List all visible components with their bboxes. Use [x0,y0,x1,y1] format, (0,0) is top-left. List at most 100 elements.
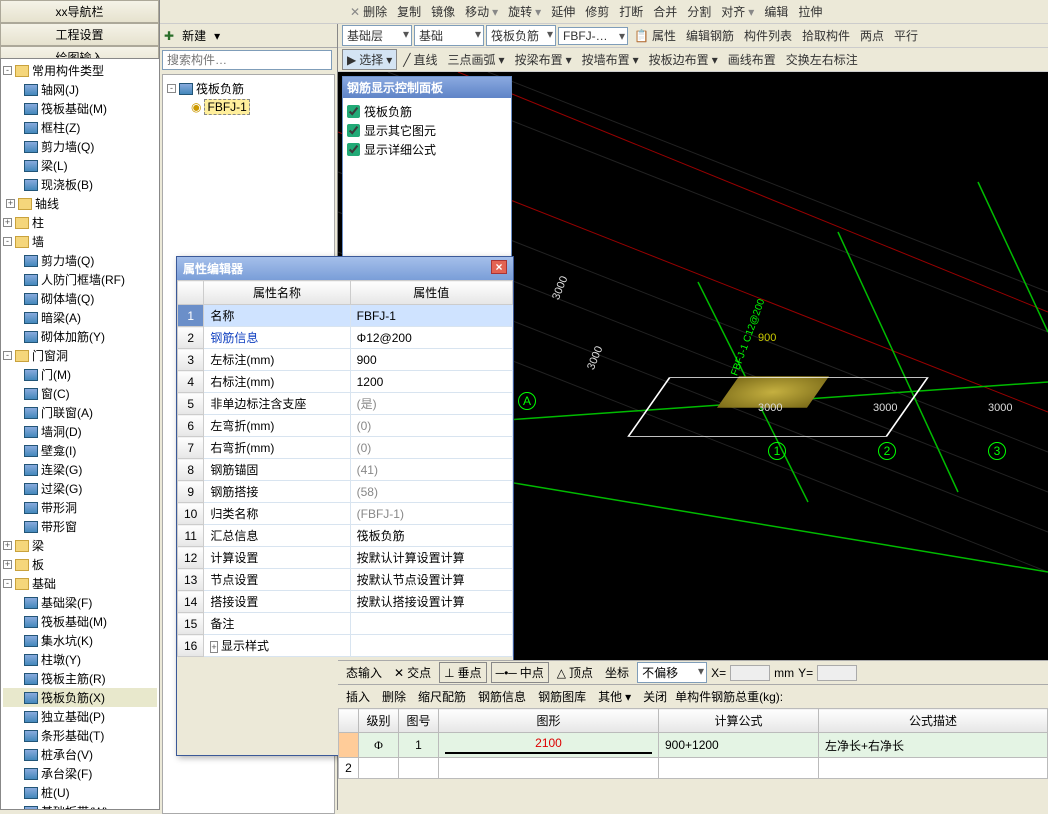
tree-item[interactable]: 砌体加筋(Y) [3,327,157,346]
property-table[interactable]: 属性名称属性值 1名称FBFJ-12钢筋信息Φ12@2003左标注(mm)900… [177,280,513,657]
tree-doorwin[interactable]: 门窗洞 [32,347,68,364]
edit-rebar-button[interactable]: 编辑钢筋 [682,26,738,45]
tree-item[interactable]: 壁龛(I) [3,441,157,460]
tree-item[interactable]: 承台梁(F) [3,764,157,783]
search-input[interactable] [162,50,332,70]
property-row[interactable]: 7右弯折(mm)(0) [178,437,513,459]
property-row[interactable]: 1名称FBFJ-1 [178,305,513,327]
snap-cross[interactable]: ✕ 交点 [390,663,435,682]
property-row[interactable]: 3左标注(mm)900 [178,349,513,371]
expand-icon[interactable]: + [210,641,217,653]
tree-item[interactable]: 暗梁(A) [3,308,157,327]
snap-top[interactable]: △ 顶点 [553,663,597,682]
close-button[interactable]: × [491,260,507,274]
base-combo[interactable]: 基础 [414,25,484,46]
pick-button[interactable]: 拾取构件 [798,26,854,45]
component-type-tree[interactable]: -常用构件类型 轴网(J)筏板基础(M)框柱(Z)剪力墙(Q)梁(L)现浇板(B… [0,58,160,810]
tree-item-selected[interactable]: FBFJ-1 [204,99,249,115]
tree-item[interactable]: 墙洞(D) [3,422,157,441]
property-row[interactable]: 9钢筋搭接(58) [178,481,513,503]
tree-item[interactable]: 轴网(J) [3,80,157,99]
delete-button[interactable]: ✕ 删除 [346,2,391,21]
snap-coord[interactable]: 坐标 [601,663,633,682]
property-row[interactable]: 15备注 [178,613,513,635]
tree-item[interactable]: 筏板基础(M) [3,612,157,631]
rebar-display-panel[interactable]: 钢筋显示控制面板 筏板负筋 显示其它图元 显示详细公式 [342,76,512,284]
attr-button[interactable]: 📋 属性 [630,26,680,45]
table-row[interactable]: Φ 1 2100 900+1200 左净长+右净长 [339,733,1048,758]
tree-item[interactable]: 独立基础(P) [3,707,157,726]
rebar-result-table[interactable]: 级别 图号 图形 计算公式 公式描述 Φ 1 2100 900+1200 左净长… [338,708,1048,779]
tree-item[interactable]: 梁(L) [3,156,157,175]
tree-item[interactable]: 剪力墙(Q) [3,137,157,156]
tree-item[interactable]: 剪力墙(Q) [3,251,157,270]
expand-icon[interactable]: + [6,199,15,208]
tree-item[interactable]: 桩(U) [3,783,157,802]
tree-item[interactable]: 门联窗(A) [3,403,157,422]
tree-item[interactable]: 柱墩(Y) [3,650,157,669]
trim-button[interactable]: 修剪 [581,2,613,21]
property-row[interactable]: 10归类名称(FBFJ-1) [178,503,513,525]
property-row[interactable]: 5非单边标注含支座(是) [178,393,513,415]
property-row[interactable]: 2钢筋信息Φ12@200 [178,327,513,349]
delete-row-button[interactable]: 删除 [378,687,410,706]
offset-combo[interactable]: 不偏移 [637,662,707,683]
other-button[interactable]: 其他 ▾ [594,687,635,706]
tree-root[interactable]: 常用构件类型 [32,62,104,79]
tree-item[interactable]: 带形窗 [3,517,157,536]
collapse-icon[interactable]: - [3,237,12,246]
mirror-button[interactable]: 镜像 [427,2,459,21]
rotate-button[interactable]: 旋转 ▾ [504,2,545,21]
x-input[interactable] [730,665,770,681]
tree-item[interactable]: 门(M) [3,365,157,384]
chk-fbneg[interactable]: 筏板负筋 [347,102,507,121]
close-btm-button[interactable]: 关闭 [639,687,671,706]
rebar-lib-button[interactable]: 钢筋图库 [534,687,590,706]
scale-button[interactable]: 缩尺配筋 [414,687,470,706]
tree-item[interactable]: 基础板带(W) [3,802,157,810]
expand-icon[interactable]: + [3,541,12,550]
property-row[interactable]: 4右标注(mm)1200 [178,371,513,393]
property-row[interactable]: 6左弯折(mm)(0) [178,415,513,437]
move-button[interactable]: 移动 ▾ [461,2,502,21]
snap-mid[interactable]: ─•─ 中点 [491,662,549,683]
by-beam-button[interactable]: 按梁布置 ▾ [511,50,576,69]
tree-item[interactable]: 带形洞 [3,498,157,517]
tree-item[interactable]: 筏板主筋(R) [3,669,157,688]
align-button[interactable]: 对齐 ▾ [717,2,758,21]
expand-icon[interactable]: + [3,560,12,569]
property-row[interactable]: 13节点设置按默认节点设置计算 [178,569,513,591]
layer-combo[interactable]: 基础层 [342,25,412,46]
rebar-combo[interactable]: 筏板负筋 [486,25,556,46]
tree-item[interactable]: 筏板基础(M) [3,99,157,118]
drag-button[interactable]: 拉伸 [794,2,826,21]
rebar-info-button[interactable]: 钢筋信息 [474,687,530,706]
property-row[interactable]: 14搭接设置按默认搭接设置计算 [178,591,513,613]
new-button[interactable]: 新建 [178,26,210,45]
tree-item[interactable]: 窗(C) [3,384,157,403]
nav-tab-project[interactable]: 工程设置 [0,23,159,46]
insert-button[interactable]: 插入 [342,687,374,706]
line-arr-button[interactable]: 画线布置 [724,50,780,69]
arc3-button[interactable]: 三点画弧 ▾ [444,50,509,69]
tree-foundation[interactable]: 基础 [32,575,56,592]
tree-columns[interactable]: 柱 [32,214,44,231]
tree-root-item[interactable]: 筏板负筋 [196,80,244,97]
property-row[interactable]: 12计算设置按默认计算设置计算 [178,547,513,569]
collapse-icon[interactable]: - [3,66,12,75]
tree-item[interactable]: 桩承台(V) [3,745,157,764]
dyn-input-button[interactable]: 态输入 [342,663,386,682]
property-row[interactable]: 8钢筋锚固(41) [178,459,513,481]
extend-button[interactable]: 延伸 [547,2,579,21]
select-button[interactable]: ▶ 选择 ▾ [342,49,397,70]
tree-item[interactable]: 人防门框墙(RF) [3,270,157,289]
tree-wall[interactable]: 墙 [32,233,44,250]
comp-list-button[interactable]: 构件列表 [740,26,796,45]
nav-tab-top[interactable]: xx导航栏 [0,0,159,23]
tree-item[interactable]: 条形基础(T) [3,726,157,745]
two-pt-button[interactable]: 两点 [856,26,888,45]
swap-button[interactable]: 交换左右标注 [782,50,862,69]
merge-button[interactable]: 合并 [649,2,681,21]
tree-slab[interactable]: 板 [32,556,44,573]
tree-item[interactable]: 连梁(G) [3,460,157,479]
